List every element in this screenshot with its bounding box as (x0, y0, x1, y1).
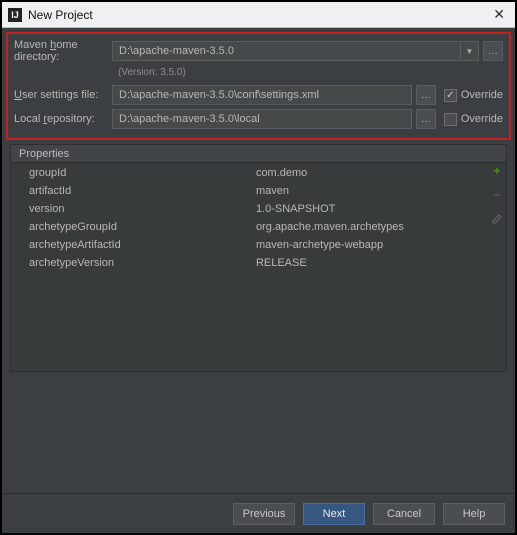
property-value: maven-archetype-webapp (240, 237, 504, 253)
property-value: 1.0-SNAPSHOT (240, 201, 504, 217)
table-row[interactable]: archetypeArtifactIdmaven-archetype-webap… (13, 237, 504, 253)
maven-home-label: Maven home directory: (14, 39, 112, 63)
maven-version-text: (Version: 3.5.0) (112, 67, 186, 78)
previous-button[interactable]: Previous (233, 503, 295, 525)
table-row[interactable]: archetypeVersionRELEASE (13, 255, 504, 271)
settings-file-row: User settings file: D:\apache-maven-3.5.… (14, 84, 503, 106)
properties-table[interactable]: groupIdcom.demoartifactIdmavenversion1.0… (11, 163, 506, 273)
property-key: archetypeVersion (13, 255, 238, 271)
next-button[interactable]: Next (303, 503, 365, 525)
cancel-button[interactable]: Cancel (373, 503, 435, 525)
property-value: com.demo (240, 165, 504, 181)
maven-home-row: Maven home directory: D:\apache-maven-3.… (14, 40, 503, 62)
spacer (2, 372, 515, 493)
table-row[interactable]: version1.0-SNAPSHOT (13, 201, 504, 217)
property-key: archetypeGroupId (13, 219, 238, 235)
settings-file-label: User settings file: (14, 89, 112, 101)
add-property-icon[interactable]: + (491, 165, 503, 177)
titlebar: IJ New Project ✕ (2, 2, 515, 28)
app-icon: IJ (8, 8, 22, 22)
property-key: artifactId (13, 183, 238, 199)
table-row[interactable]: artifactIdmaven (13, 183, 504, 199)
local-repo-override[interactable]: Override (444, 113, 503, 126)
button-bar: Previous Next Cancel Help (2, 493, 515, 533)
property-value: maven (240, 183, 504, 199)
property-key: archetypeArtifactId (13, 237, 238, 253)
settings-override-checkbox[interactable] (444, 89, 457, 102)
close-icon[interactable]: ✕ (489, 6, 509, 23)
properties-body: groupIdcom.demoartifactIdmavenversion1.0… (11, 163, 506, 371)
property-value: RELEASE (240, 255, 504, 271)
table-row[interactable]: groupIdcom.demo (13, 165, 504, 181)
dialog-body: Maven home directory: D:\apache-maven-3.… (2, 28, 515, 533)
window-title: New Project (28, 8, 489, 22)
maven-home-dropdown-icon[interactable]: ▼ (461, 41, 479, 61)
properties-toolbar: + − (490, 165, 504, 225)
settings-file-override[interactable]: Override (444, 89, 503, 102)
properties-header: Properties (11, 145, 506, 163)
local-repo-field[interactable]: D:\apache-maven-3.5.0\local (112, 109, 412, 129)
table-row[interactable]: archetypeGroupIdorg.apache.maven.archety… (13, 219, 504, 235)
remove-property-icon: − (491, 189, 503, 201)
settings-file-browse-button[interactable]: … (416, 85, 436, 105)
properties-panel: Properties groupIdcom.demoartifactIdmave… (10, 144, 507, 372)
help-button[interactable]: Help (443, 503, 505, 525)
property-key: groupId (13, 165, 238, 181)
local-repo-browse-button[interactable]: … (416, 109, 436, 129)
settings-file-field[interactable]: D:\apache-maven-3.5.0\conf\settings.xml (112, 85, 412, 105)
local-repo-row: Local repository: D:\apache-maven-3.5.0\… (14, 108, 503, 130)
new-project-dialog: IJ New Project ✕ Maven home directory: D… (0, 0, 517, 535)
local-repo-override-label: Override (461, 113, 503, 125)
property-value: org.apache.maven.archetypes (240, 219, 504, 235)
maven-home-browse-button[interactable]: … (483, 41, 503, 61)
maven-config-panel: Maven home directory: D:\apache-maven-3.… (6, 32, 511, 140)
settings-override-label: Override (461, 89, 503, 101)
property-key: version (13, 201, 238, 217)
local-repo-label: Local repository: (14, 113, 112, 125)
maven-home-combo[interactable]: D:\apache-maven-3.5.0 (112, 41, 461, 61)
maven-version-row: (Version: 3.5.0) (14, 64, 503, 80)
local-repo-override-checkbox[interactable] (444, 113, 457, 126)
edit-property-icon (491, 213, 503, 225)
